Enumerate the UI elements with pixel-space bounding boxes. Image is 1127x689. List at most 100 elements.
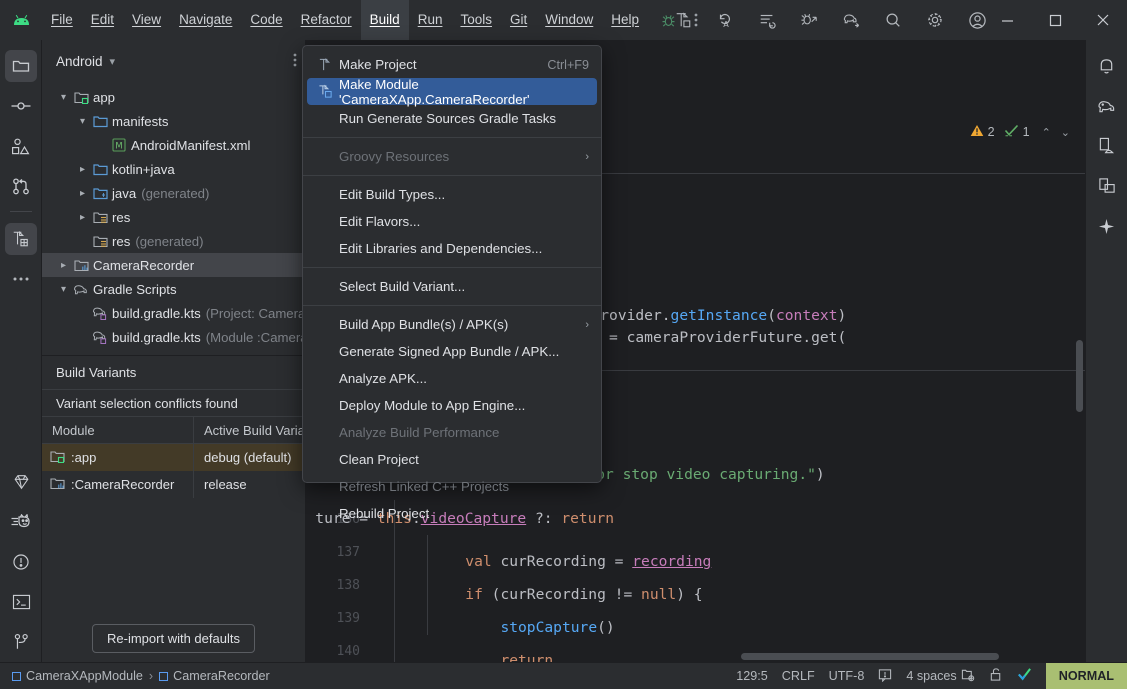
tree-node-app[interactable]: ▾ app [42, 85, 305, 109]
menu-item-clean-project[interactable]: Clean Project [303, 446, 601, 473]
menu-item-label: Clean Project [339, 452, 419, 467]
menu-git[interactable]: Git [501, 0, 536, 40]
menu-item-select-build-variant[interactable]: Select Build Variant... [303, 273, 601, 300]
commit-icon[interactable] [5, 90, 37, 122]
menu-navigate[interactable]: Navigate [170, 0, 241, 40]
logcat-cat-icon[interactable] [5, 506, 37, 538]
menu-code[interactable]: Code [241, 0, 291, 40]
settings-gear-icon[interactable] [914, 0, 956, 40]
menu-tools[interactable]: Tools [451, 0, 501, 40]
menu-build[interactable]: Build [360, 0, 409, 40]
twisty-collapsed-icon[interactable]: ▸ [75, 164, 90, 175]
menu-item-label: Edit Build Types... [339, 187, 446, 202]
run-with-coverage-icon[interactable] [746, 0, 788, 40]
build-variant-row-camerarecorder[interactable]: :CameraRecorder release [42, 471, 305, 498]
caret-position[interactable]: 129:5 [736, 669, 768, 683]
menu-edit[interactable]: Edit [82, 0, 123, 40]
menu-item-edit-libraries-dependencies[interactable]: Edit Libraries and Dependencies... [303, 235, 601, 262]
build-variant-row-app[interactable]: :app debug (default) [42, 444, 305, 471]
breadcrumb-camerax-app-module[interactable]: CameraXAppModule [12, 669, 143, 683]
editor-horizontal-scrollbar[interactable] [741, 653, 999, 660]
column-header-module[interactable]: Module [42, 417, 194, 443]
twisty-expanded-icon[interactable]: ▾ [56, 92, 71, 103]
editor-mode-badge[interactable]: NORMAL [1045, 662, 1127, 689]
running-devices-icon[interactable] [1091, 170, 1123, 202]
indent-setting[interactable]: 4 spaces [906, 668, 974, 685]
maximize-button[interactable] [1031, 0, 1079, 40]
chevron-up-icon[interactable]: ⌃ [1039, 126, 1054, 139]
tree-node-androidmanifest[interactable]: M AndroidManifest.xml [42, 133, 305, 157]
menu-item-build-app-bundle-apk[interactable]: Build App Bundle(s) / APK(s) › [303, 311, 601, 338]
pull-requests-icon[interactable] [5, 170, 37, 202]
inspection-widget[interactable]: 2 1 ⌃ ⌄ [970, 124, 1073, 140]
twisty-collapsed-icon[interactable]: ▸ [75, 188, 90, 199]
tree-node-build-gradle-project[interactable]: build.gradle.kts (Project: CameraXAp [42, 301, 330, 325]
twisty-expanded-icon[interactable]: ▾ [75, 116, 90, 127]
variant-value-cell[interactable]: release [194, 471, 305, 498]
menu-run[interactable]: Run [409, 0, 452, 40]
twisty-expanded-icon[interactable]: ▾ [56, 284, 71, 295]
tree-node-camerarecorder[interactable]: ▸ CameraRecorder [42, 253, 305, 277]
menu-item-run-generate-sources[interactable]: Run Generate Sources Gradle Tasks [303, 105, 601, 132]
project-folder-icon[interactable] [4, 50, 37, 82]
breadcrumb-separator: › [148, 669, 154, 683]
editor-vertical-scrollbar[interactable] [1076, 340, 1083, 412]
gradle-elephant-icon[interactable] [1091, 90, 1123, 122]
notifications-bell-icon[interactable] [1091, 50, 1123, 82]
variant-value-cell[interactable]: debug (default) [194, 444, 305, 471]
breadcrumb-camerarecorder[interactable]: CameraRecorder [159, 669, 270, 683]
menu-help[interactable]: Help [602, 0, 648, 40]
menu-item-generate-signed-app-bundle-apk[interactable]: Generate Signed App Bundle / APK... [303, 338, 601, 365]
tree-node-manifests[interactable]: ▾ manifests [42, 109, 305, 133]
menu-item-make-module[interactable]: Make Module 'CameraXApp.CameraRecorder' [307, 77, 597, 107]
menu-item-rebuild-project[interactable]: Rebuild Project [303, 500, 601, 527]
more-tool-windows-icon[interactable] [5, 263, 37, 295]
menu-file[interactable]: File [42, 0, 82, 40]
search-icon[interactable] [872, 0, 914, 40]
menu-item-deploy-module-to-app-engine[interactable]: Deploy Module to App Engine... [303, 392, 601, 419]
chevron-down-icon: ▾ [109, 55, 116, 68]
tree-node-kotlin-java[interactable]: ▸ kotlin+java [42, 157, 305, 181]
menu-item-analyze-apk[interactable]: Analyze APK... [303, 365, 601, 392]
debug-attach-icon[interactable] [788, 0, 830, 40]
make-project-hammer-icon[interactable] [662, 0, 704, 40]
gemini-diamond-icon[interactable] [5, 466, 37, 498]
menu-window[interactable]: Window [536, 0, 602, 40]
tree-node-res[interactable]: ▸ res [42, 205, 305, 229]
twisty-collapsed-icon[interactable]: ▸ [75, 212, 90, 223]
gradle-sync-elephant-icon[interactable] [830, 0, 872, 40]
menu-item-edit-flavors[interactable]: Edit Flavors... [303, 208, 601, 235]
close-button[interactable] [1079, 0, 1127, 40]
assistant-sparkle-icon[interactable] [1091, 210, 1123, 242]
menu-refactor[interactable]: Refactor [292, 0, 361, 40]
popup-hint-icon[interactable] [878, 668, 892, 685]
menu-item-edit-build-types[interactable]: Edit Build Types... [303, 181, 601, 208]
line-separator[interactable]: CRLF [782, 669, 815, 683]
unlocked-icon[interactable] [989, 667, 1003, 685]
tree-node-java-generated[interactable]: ▸ java (generated) [42, 181, 305, 205]
project-more-icon[interactable] [293, 52, 297, 73]
file-encoding[interactable]: UTF-8 [829, 669, 865, 683]
tree-node-res-generated[interactable]: res (generated) [42, 229, 305, 253]
re-import-with-defaults-button[interactable]: Re-import with defaults [92, 623, 255, 653]
left-tool-rail [0, 40, 42, 662]
tree-node-gradle-scripts[interactable]: ▾ Gradle Scripts [42, 277, 305, 301]
resource-manager-icon[interactable] [5, 130, 37, 162]
build-variants-icon[interactable] [4, 223, 37, 255]
menu-item-make-project[interactable]: Make Project Ctrl+F9 [303, 51, 601, 78]
project-view-selector[interactable]: Android ▾ [42, 40, 305, 82]
version-control-branch-icon[interactable] [5, 626, 37, 658]
vcs-check-icon[interactable] [1017, 667, 1032, 685]
minimize-button[interactable] [983, 0, 1031, 40]
menu-view[interactable]: View [123, 0, 170, 40]
chevron-down-icon[interactable]: ⌄ [1058, 126, 1073, 139]
terminal-icon[interactable] [5, 586, 37, 618]
menu-help-label: Help [611, 12, 640, 27]
problems-icon[interactable] [5, 546, 37, 578]
device-manager-icon[interactable] [1091, 130, 1123, 162]
column-header-active-variant[interactable]: Active Build Varia [194, 417, 305, 443]
twisty-collapsed-icon[interactable]: ▸ [56, 260, 71, 271]
apply-changes-icon[interactable]: A [704, 0, 746, 40]
variant-module-cell: :app [42, 444, 194, 471]
tree-node-build-gradle-module[interactable]: build.gradle.kts (Module :CameraRe [42, 325, 324, 349]
